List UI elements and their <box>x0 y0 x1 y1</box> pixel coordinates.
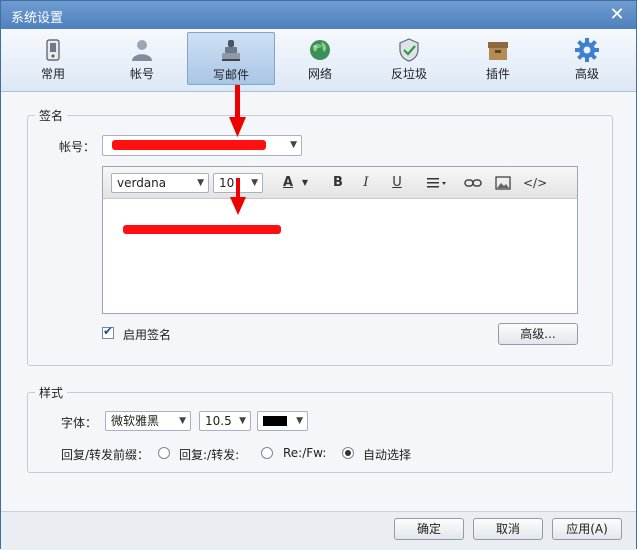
annotation-arrows <box>229 85 246 215</box>
red-arrow-icon <box>230 178 246 215</box>
settings-window: 系统设置 ✕ 常用 帐号 写邮件 网络 反垃圾 插件 高级 签名 帐号： ▼ v… <box>0 0 637 550</box>
red-arrow-icon <box>229 85 246 137</box>
